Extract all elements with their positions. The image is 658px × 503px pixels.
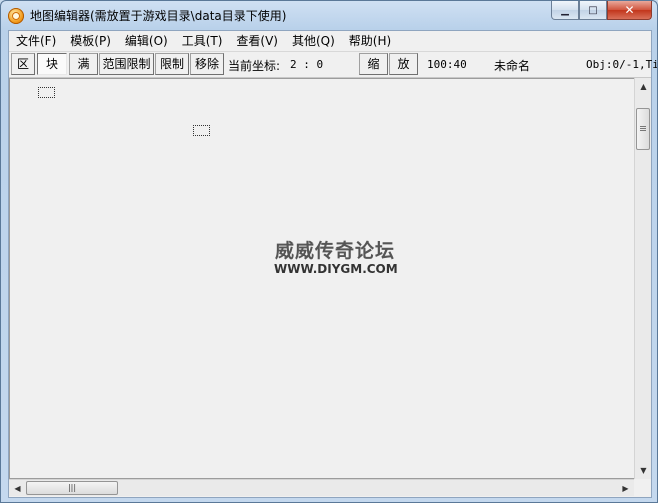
window-controls: ▁ □ ✕ [551,1,652,21]
watermark-logo: 威威传奇论坛 [275,240,396,262]
coord-label: 当前坐标: [228,59,281,73]
title-bar[interactable]: 地图编辑器(需放置于游戏目录\data目录下使用) ▁ □ ✕ [1,1,657,29]
menu-help[interactable]: 帮助(H) [342,31,398,51]
scroll-up-icon[interactable]: ▲ [635,78,652,95]
menu-template[interactable]: 模板(P) [63,31,118,51]
block-button[interactable]: 块 [37,53,67,75]
limit-button[interactable]: 限制 [155,53,189,75]
main-window: 地图编辑器(需放置于游戏目录\data目录下使用) ▁ □ ✕ 文件(F) 模板… [0,0,658,503]
range-limit-button[interactable]: 范围限制 [99,53,154,75]
menu-tools[interactable]: 工具(T) [175,31,230,51]
client-area: 文件(F) 模板(P) 编辑(O) 工具(T) 查看(V) 其他(Q) 帮助(H… [8,30,657,498]
map-canvas[interactable]: 威威传奇论坛 WWW.DIYGM.COM [9,78,634,479]
coord-value: 2 : 0 [290,58,324,71]
area-button[interactable]: 区 [11,53,35,75]
vertical-scroll-thumb[interactable] [636,108,650,150]
horizontal-scroll-thumb[interactable]: ||| [26,481,118,495]
app-icon [8,8,24,24]
scroll-corner [634,479,651,496]
zoom-out-button[interactable]: 缩 [359,53,388,75]
remove-button[interactable]: 移除 [190,53,224,75]
zoom-in-button[interactable]: 放 [389,53,418,75]
cursor-marker [193,125,210,136]
full-button[interactable]: 满 [69,53,98,75]
menu-other[interactable]: 其他(Q) [285,31,342,51]
zoom-value: 100:40 [427,58,467,71]
file-name: 未命名 [494,59,531,73]
toolbar: 区 块 满 范围限制 限制 移除 当前坐标: 2 : 0 缩 放 100:40 … [9,52,657,78]
scroll-left-icon[interactable]: ◀ [9,480,26,497]
menu-file[interactable]: 文件(F) [9,31,63,51]
close-button[interactable]: ✕ [607,1,652,20]
maximize-button[interactable]: □ [579,1,607,20]
menu-edit[interactable]: 编辑(O) [118,31,175,51]
window-title: 地图编辑器(需放置于游戏目录\data目录下使用) [30,9,287,23]
horizontal-scrollbar[interactable]: ◀ ||| ▶ [9,479,634,496]
minimize-button[interactable]: ▁ [551,1,579,20]
selection-marker [38,87,55,98]
obj-info: Obj:0/-1,Ti [586,58,658,71]
menu-bar: 文件(F) 模板(P) 编辑(O) 工具(T) 查看(V) 其他(Q) 帮助(H… [9,31,651,52]
menu-view[interactable]: 查看(V) [229,31,285,51]
scroll-down-icon[interactable]: ▼ [635,462,652,479]
vertical-scrollbar[interactable]: ▲ ▼ [634,78,651,479]
scroll-right-icon[interactable]: ▶ [617,480,634,497]
watermark-url: WWW.DIYGM.COM [274,262,398,276]
